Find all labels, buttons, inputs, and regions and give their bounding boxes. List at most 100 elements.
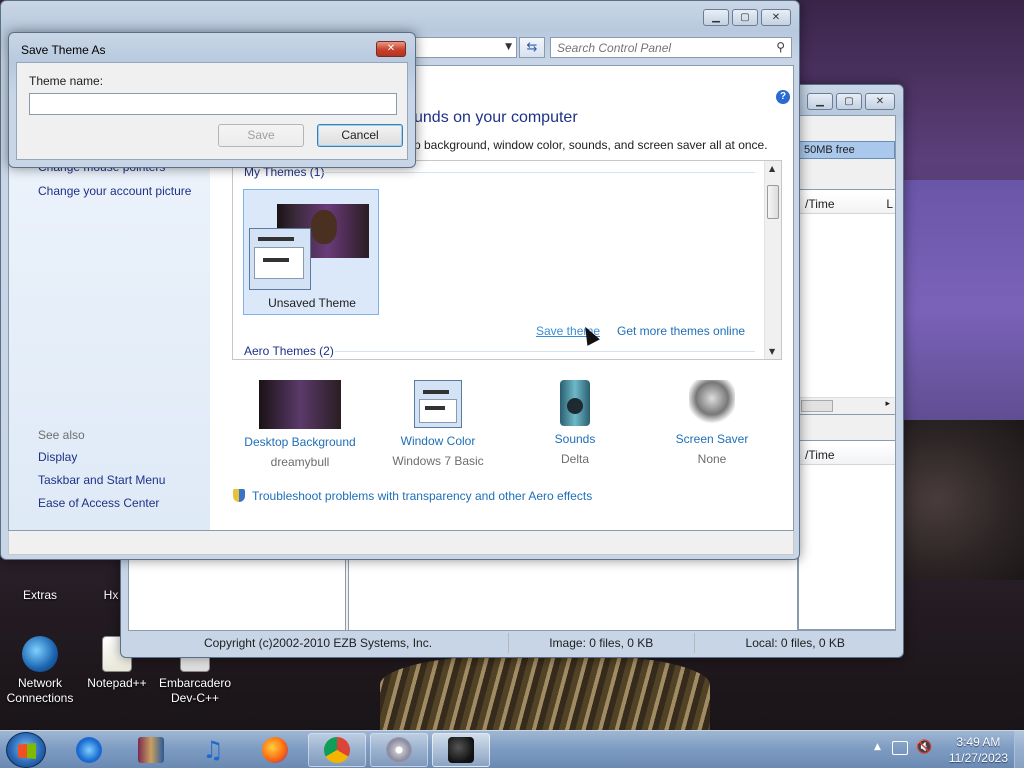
link-ease-of-access[interactable]: Ease of Access Center: [38, 496, 159, 510]
sounds-item[interactable]: Sounds Delta: [500, 380, 650, 466]
desktop-icon-label: Network Connections: [6, 676, 74, 705]
window-color-item[interactable]: Window Color Windows 7 Basic: [363, 380, 513, 468]
column-time-label: /Time: [805, 448, 835, 462]
column-l-label: L: [886, 197, 893, 211]
desktop-icon-label: Embarcadero Dev-C++: [158, 676, 232, 705]
sounds-value: Delta: [560, 452, 589, 466]
close-button[interactable]: ✕: [761, 9, 791, 26]
save-button[interactable]: Save: [218, 124, 304, 147]
link-taskbar-start-menu[interactable]: Taskbar and Start Menu: [38, 473, 165, 487]
disc-icon: [386, 737, 412, 763]
see-also-heading: See also: [38, 428, 85, 442]
ezb-caption-buttons: ▁ ▢ ✕: [807, 93, 895, 110]
scroll-right-arrow-icon[interactable]: ▸: [885, 399, 890, 409]
taskbar-personalization[interactable]: [432, 733, 490, 767]
volume-muted-icon[interactable]: 🔇: [916, 740, 932, 755]
address-bar[interactable]: ▼: [415, 37, 517, 58]
shield-icon: [233, 489, 245, 502]
dialog-body: Theme name: Save Cancel: [16, 62, 408, 160]
maximize-button[interactable]: ▢: [732, 9, 758, 26]
desktop-icon-label: Notepad++: [87, 676, 147, 690]
start-button[interactable]: [6, 732, 46, 768]
taskbar-winrar[interactable]: [122, 733, 180, 767]
notification-area: ▲ 🔇 3:49 AM 11/27/2023: [864, 731, 1024, 768]
screen-saver-item[interactable]: Screen Saver None: [637, 380, 787, 466]
free-space-bar: 50MB free: [799, 141, 895, 159]
page-title: unds on your computer: [414, 109, 578, 126]
window-color-label: Window Color: [400, 434, 476, 448]
cp-footer: [8, 531, 794, 555]
desktop-background-value: dreamybull: [270, 455, 330, 469]
clock-date: 11/27/2023: [948, 751, 1008, 765]
ezb-tree-pane[interactable]: [128, 557, 346, 631]
column-header[interactable]: /Time: [799, 445, 895, 465]
speaker-icon: [560, 380, 590, 426]
search-icon[interactable]: ⚲: [776, 40, 785, 54]
ezb-status-bar: Copyright (c)2002-2010 EZB Systems, Inc.…: [128, 633, 896, 653]
minimize-button[interactable]: ▁: [703, 9, 729, 26]
show-desktop-button[interactable]: [1014, 731, 1024, 768]
help-icon[interactable]: ?: [776, 90, 790, 104]
get-more-themes-link[interactable]: Get more themes online: [617, 324, 745, 338]
themes-list[interactable]: My Themes (1) Unsaved Theme Save theme G…: [232, 160, 782, 360]
column-time-label: /Time: [805, 197, 835, 211]
chevron-down-icon[interactable]: ▼: [505, 42, 512, 52]
scroll-thumb[interactable]: [801, 400, 833, 412]
close-button[interactable]: ✕: [865, 93, 895, 110]
taskbar-music[interactable]: ♫: [184, 733, 242, 767]
chrome-icon: [324, 737, 350, 763]
taskbar-ie[interactable]: [60, 733, 118, 767]
screen-saver-value: None: [697, 452, 727, 466]
personalization-icon: [448, 737, 474, 763]
link-change-account-picture[interactable]: Change your account picture: [38, 184, 191, 198]
cp-caption-buttons: ▁ ▢ ✕: [703, 9, 791, 26]
desktop-icon-network-connections[interactable]: Network Connections: [0, 636, 80, 706]
windows-logo-icon: [18, 743, 36, 759]
window-preview-icon: [249, 228, 311, 290]
ezb-file-list-bottom[interactable]: /Time: [798, 440, 896, 630]
column-header[interactable]: /Time L: [799, 194, 895, 214]
ezb-file-list-top[interactable]: /Time L ▸: [798, 189, 896, 415]
cancel-button[interactable]: Cancel: [317, 124, 403, 147]
group-divider: [323, 172, 755, 173]
minimize-button[interactable]: ▁: [807, 93, 833, 110]
search-box[interactable]: ⚲: [550, 37, 792, 58]
taskbar-chrome[interactable]: [308, 733, 366, 767]
screen-saver-label: Screen Saver: [675, 432, 749, 446]
link-display[interactable]: Display: [38, 450, 77, 464]
horizontal-scrollbar[interactable]: ▸: [799, 397, 895, 414]
desktop-background-item[interactable]: Desktop Background dreamybull: [225, 380, 375, 469]
desktop-icon-label: Hx: [103, 588, 119, 602]
taskbar-poweriso[interactable]: [370, 733, 428, 767]
theme-name-input[interactable]: [29, 93, 397, 115]
window-color-icon: [414, 380, 462, 428]
themes-scrollbar[interactable]: ▲ ▼: [764, 161, 781, 359]
dialog-close-button[interactable]: ✕: [376, 41, 406, 57]
maximize-button[interactable]: ▢: [836, 93, 862, 110]
wallpaper-purple-area: [900, 180, 1024, 440]
search-input[interactable]: [551, 38, 761, 57]
show-hidden-icons-icon[interactable]: ▲: [874, 742, 881, 752]
network-icon: [22, 636, 58, 672]
window-color-value: Windows 7 Basic: [392, 454, 484, 468]
refresh-button[interactable]: ⇆: [519, 37, 545, 58]
group-divider: [335, 351, 755, 352]
save-theme-dialog[interactable]: Save Theme As ✕ Theme name: Save Cancel: [8, 32, 416, 168]
troubleshoot-link[interactable]: Troubleshoot problems with transparency …: [233, 489, 592, 503]
scroll-up-arrow-icon[interactable]: ▲: [769, 164, 775, 173]
theme-name-label: Theme name:: [29, 74, 104, 88]
network-tray-icon[interactable]: [892, 741, 908, 755]
taskbar-firefox[interactable]: [246, 733, 304, 767]
system-clock[interactable]: 3:49 AM 11/27/2023: [949, 734, 1008, 766]
ezb-local-pane[interactable]: [348, 557, 798, 631]
scroll-down-arrow-icon[interactable]: ▼: [769, 347, 775, 356]
theme-tile-unsaved[interactable]: Unsaved Theme: [243, 189, 379, 315]
wallpaper-icon: [259, 380, 341, 429]
status-copyright: Copyright (c)2002-2010 EZB Systems, Inc.: [128, 633, 509, 653]
group-aero-themes: Aero Themes (2): [244, 344, 334, 358]
desktop-background-label: Desktop Background: [244, 435, 356, 449]
desktop-icon-label: Extras: [22, 588, 57, 602]
status-image: Image: 0 files, 0 KB: [509, 633, 695, 653]
sounds-label: Sounds: [554, 432, 596, 446]
scroll-thumb[interactable]: [767, 185, 779, 219]
